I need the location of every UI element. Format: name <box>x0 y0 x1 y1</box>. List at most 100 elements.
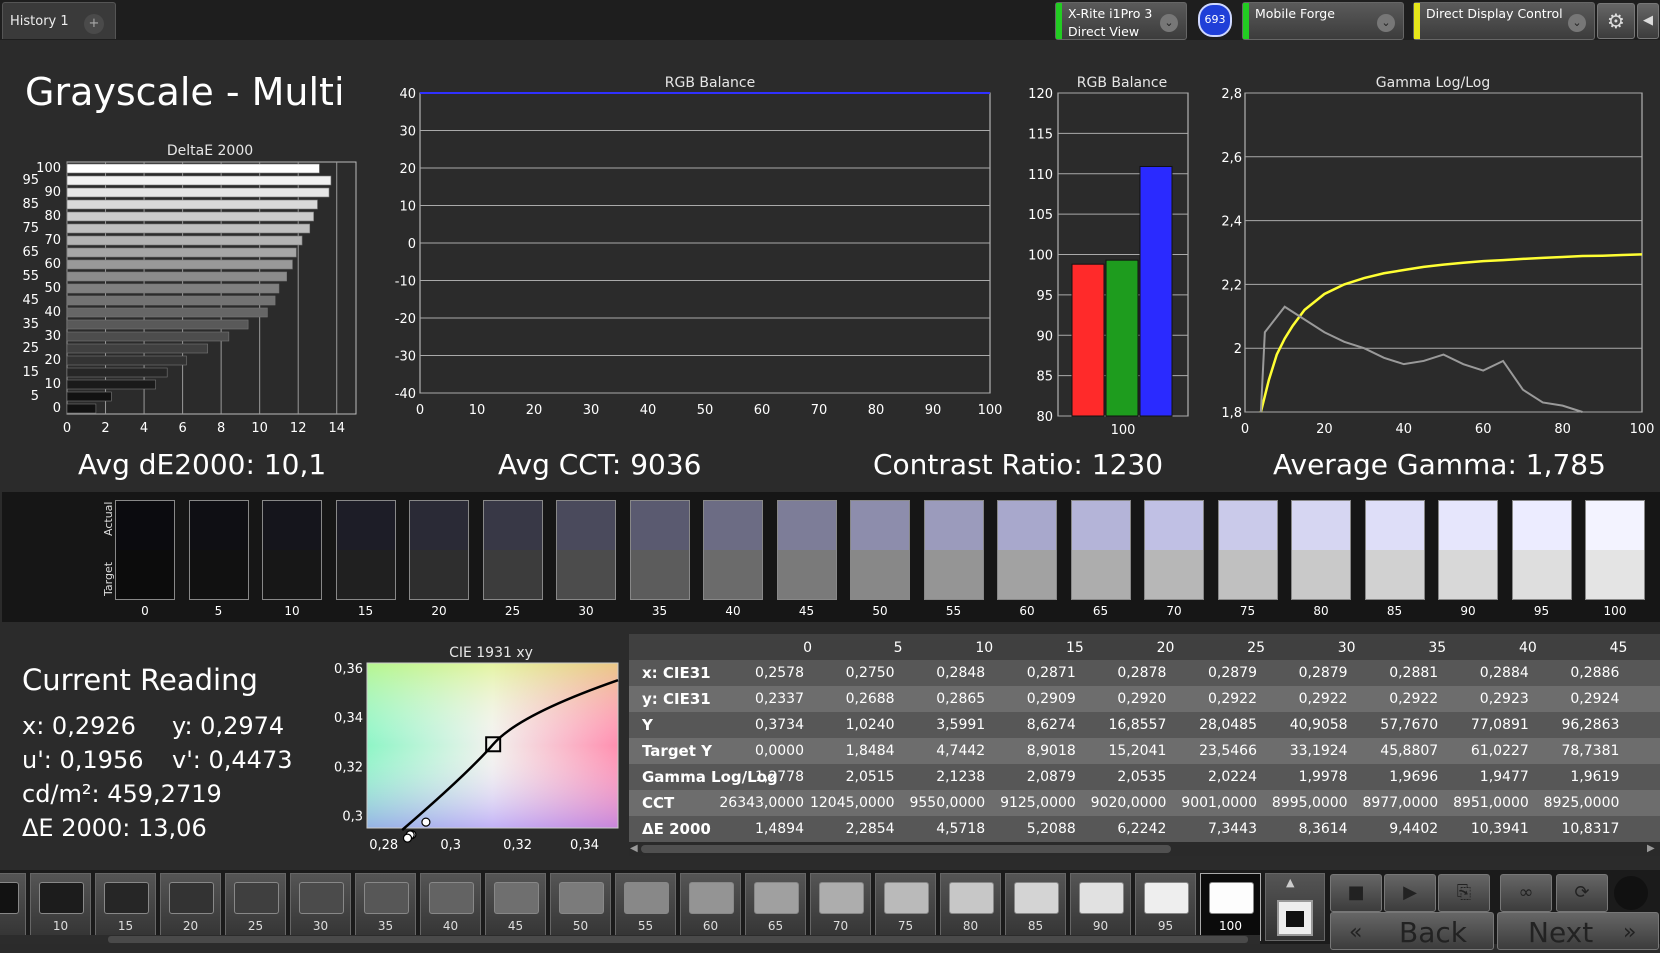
y-tick-label: 40 <box>399 87 416 102</box>
y-tick-label: 100 <box>36 161 61 176</box>
reading-u: u': 0,1956 <box>22 746 144 774</box>
meter-name: X-Rite i1Pro 3 <box>1068 6 1153 21</box>
tab-history-1[interactable]: History 1 + <box>2 2 116 39</box>
scrollbar-thumb[interactable] <box>108 936 1248 943</box>
patch-button-95[interactable]: 95 <box>1135 873 1196 941</box>
record-icon[interactable] <box>1614 876 1648 910</box>
avg-cct-stat: Avg CCT: 9036 <box>498 448 702 481</box>
scrollbar-thumb[interactable] <box>641 845 1171 853</box>
patch-strip-scrollbar[interactable] <box>0 935 1260 944</box>
patch-button-20[interactable]: 20 <box>160 873 221 941</box>
table-cell: 4,5718 <box>936 821 986 837</box>
patch-button-40[interactable]: 40 <box>420 873 481 941</box>
swatch-actual <box>1365 501 1424 550</box>
patch-color <box>169 882 214 914</box>
save-icon[interactable]: ⎘ <box>1438 874 1490 912</box>
swatch-target <box>1365 550 1424 599</box>
row-label: ΔE 2000 <box>642 820 711 838</box>
swatch-label: 90 <box>1460 604 1476 618</box>
chevron-up-icon[interactable]: ▲ <box>1286 876 1294 889</box>
patch-button-65[interactable]: 65 <box>745 873 806 941</box>
swatch-label: 35 <box>651 604 668 618</box>
deltae-bar <box>66 175 332 186</box>
patch-button-30[interactable]: 30 <box>290 873 351 941</box>
loop-icon[interactable]: ∞ <box>1500 874 1552 912</box>
swatch-actual <box>1512 501 1571 550</box>
table-cell: 99,13 <box>1620 743 1660 759</box>
stop-icon[interactable]: ■ <box>1330 874 1382 912</box>
patch-button-25[interactable]: 25 <box>225 873 286 941</box>
patch-button-partial[interactable] <box>0 873 26 941</box>
swatch-target <box>557 550 615 599</box>
meter-badge[interactable]: 693 <box>1198 3 1232 37</box>
table-cell: 1,9619 <box>1570 769 1620 785</box>
pattern-source-selector[interactable]: Mobile Forge ⌄ <box>1242 2 1404 40</box>
patch-button-70[interactable]: 70 <box>810 873 871 941</box>
y-tick-label: 80 <box>1036 410 1053 425</box>
table-cell: 0,2924 <box>1570 691 1620 707</box>
chevron-down-icon[interactable]: ⌄ <box>1160 14 1178 32</box>
x-tick-label: 6 <box>178 421 186 436</box>
deltae-bar <box>66 379 156 390</box>
deltae-bar <box>66 247 297 258</box>
display-control-selector[interactable]: Direct Display Control ⌄ <box>1413 2 1595 40</box>
patch-button-55[interactable]: 55 <box>615 873 676 941</box>
swatch-actual <box>1145 501 1203 550</box>
table-cell: 2,0515 <box>845 769 895 785</box>
table-cell: 0,3734 <box>755 717 804 733</box>
patch-label: 55 <box>637 919 654 933</box>
next-button[interactable]: Next » <box>1497 912 1659 950</box>
back-button[interactable]: « Back <box>1330 912 1494 950</box>
y-tick-label: 95 <box>1036 289 1053 304</box>
deltae-bar <box>66 391 112 402</box>
play-icon[interactable]: ▶ <box>1384 874 1436 912</box>
swatch-actual <box>483 501 542 550</box>
swatch-target <box>777 550 836 599</box>
y-tick-label: -30 <box>395 350 416 365</box>
patch-size-control[interactable]: ▲ <box>1265 873 1325 941</box>
refresh-icon[interactable]: ⟳ <box>1556 874 1608 912</box>
patch-button-10[interactable]: 10 <box>30 873 91 941</box>
patch-button-15[interactable]: 15 <box>95 873 156 941</box>
chevron-down-icon[interactable]: ⌄ <box>1568 14 1586 32</box>
swatch-actual <box>851 501 909 550</box>
gear-icon[interactable]: ⚙ <box>1597 3 1635 39</box>
table-cell: 8,9018 <box>1026 743 1076 759</box>
patch-button-85[interactable]: 85 <box>1005 873 1066 941</box>
swatch-target <box>1071 550 1130 599</box>
scroll-right-icon[interactable]: ▶ <box>1647 843 1655 854</box>
swatch-target <box>1512 550 1571 599</box>
patch-button-45[interactable]: 45 <box>485 873 546 941</box>
patch-button-35[interactable]: 35 <box>355 873 416 941</box>
deltae-chart: 0 2 4 6 8 10 12 1405101520253035404550556065707… <box>22 161 357 436</box>
x-tick-label: 40 <box>640 403 657 418</box>
patch-button-100[interactable]: 100 <box>1200 873 1261 941</box>
x-tick-label: 80 <box>1554 422 1571 437</box>
pattern-source-name: Mobile Forge <box>1255 6 1335 21</box>
chevron-down-icon[interactable]: ⌄ <box>1377 14 1395 32</box>
x-tick-label: 8 <box>217 421 225 436</box>
swatch-15 <box>335 500 396 600</box>
deltae-bar <box>66 211 314 222</box>
patch-button-90[interactable]: 90 <box>1070 873 1131 941</box>
patch-button-75[interactable]: 75 <box>875 873 936 941</box>
swatch-actual <box>116 501 174 550</box>
add-tab-icon[interactable]: + <box>84 14 104 34</box>
table-row: CCT 26343,0000 12045,0000 9550,0000 9125,000… <box>629 790 1660 816</box>
measured-point <box>402 833 413 843</box>
table-cell: 15,2041 <box>1108 743 1167 759</box>
swatch-label: 70 <box>1166 604 1182 618</box>
table-cell: 1,9696 <box>1389 769 1439 785</box>
patch-button-80[interactable]: 80 <box>940 873 1001 941</box>
column-header: 5 <box>1628 640 1660 656</box>
patch-button-60[interactable]: 60 <box>680 873 741 941</box>
meter-selector[interactable]: X-Rite i1Pro 3 Direct View ⌄ <box>1055 2 1187 40</box>
table-horizontal-scrollbar[interactable]: ◀ ▶ <box>629 842 1660 856</box>
deltae-bar <box>66 187 330 198</box>
swatch-target <box>1586 550 1644 599</box>
chevron-left-icon[interactable]: ◀ <box>1637 3 1659 39</box>
scroll-left-icon[interactable]: ◀ <box>630 843 638 854</box>
table-cell: 0,2881 <box>1389 665 1439 681</box>
table-cell: 9125,0000 <box>1000 795 1076 811</box>
patch-button-50[interactable]: 50 <box>550 873 611 941</box>
